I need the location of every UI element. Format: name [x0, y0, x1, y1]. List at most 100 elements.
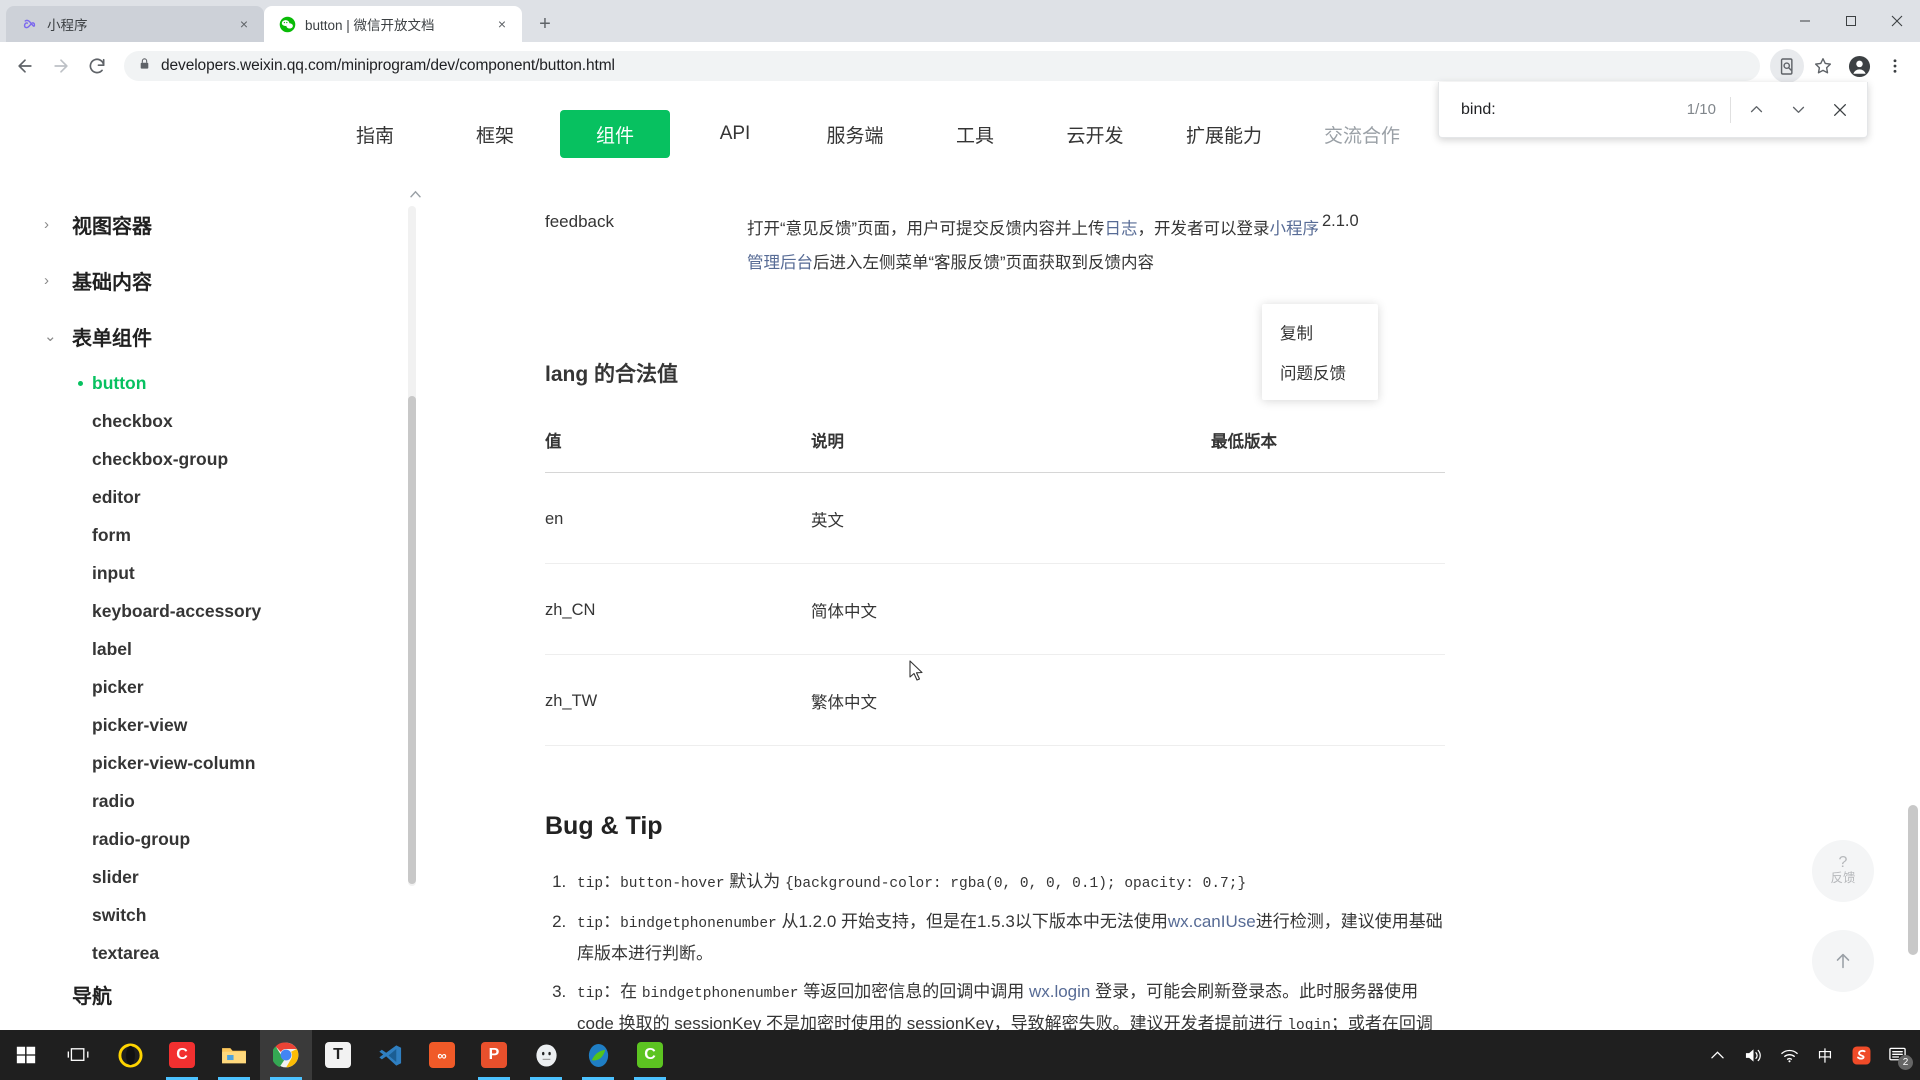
section-title-bug-and-tip: Bug & Tip	[545, 812, 663, 840]
topnav-item-cooperation[interactable]: 交流合作	[1298, 110, 1427, 158]
feedback-float-label: 反馈	[1830, 871, 1856, 885]
tip-code: {background-color: rgba(0, 0, 0, 0.1); o…	[784, 876, 1247, 892]
sidebar-item-picker-view-column[interactable]: picker-view-column	[0, 744, 420, 782]
topnav-item-server[interactable]: 服务端	[800, 110, 910, 158]
file-explorer-icon[interactable]	[208, 1030, 260, 1080]
sogou-input-icon[interactable]	[1844, 1030, 1878, 1080]
question-mark-icon: ?	[1838, 854, 1848, 871]
find-close-button[interactable]	[1819, 89, 1861, 131]
sidebar-item-textarea[interactable]: textarea	[0, 934, 420, 972]
sidebar: › 视图容器 › 基础内容 ⌄ 表单组件 button checkbox che…	[0, 178, 421, 1050]
profile-avatar-icon[interactable]	[1842, 49, 1876, 83]
cell-min-version	[1211, 472, 1445, 564]
sidebar-item-picker[interactable]: picker	[0, 668, 420, 706]
chrome-icon[interactable]	[260, 1030, 312, 1080]
window-controls	[1782, 0, 1920, 42]
ime-language-icon[interactable]: 中	[1808, 1030, 1842, 1080]
topnav-item-tools[interactable]: 工具	[920, 110, 1030, 158]
wechat-icon[interactable]: C	[624, 1030, 676, 1080]
show-hidden-icons-icon[interactable]	[1700, 1030, 1734, 1080]
tab-close-icon[interactable]: ×	[492, 14, 512, 34]
sidebar-item-form[interactable]: form	[0, 516, 420, 554]
maximize-icon[interactable]	[1828, 0, 1874, 42]
sidebar-item-editor[interactable]: editor	[0, 478, 420, 516]
tab-close-icon[interactable]: ×	[234, 14, 254, 34]
cell-value: en	[545, 472, 811, 564]
list-item: tip：button-hover 默认为 {background-color: …	[571, 867, 1445, 899]
opera-icon[interactable]	[104, 1030, 156, 1080]
sidebar-item-checkbox[interactable]: checkbox	[0, 402, 420, 440]
tip-sep: ：	[603, 982, 621, 1001]
chevron-down-icon: ⌄	[44, 327, 57, 345]
find-in-page-icon[interactable]	[1770, 49, 1804, 83]
topnav-item-framework[interactable]: 框架	[440, 110, 550, 158]
notifications-icon[interactable]: 2	[1880, 1030, 1914, 1080]
sidebar-item-keyboard-accessory[interactable]: keyboard-accessory	[0, 592, 420, 630]
sidebar-item-switch[interactable]: switch	[0, 896, 420, 934]
new-tab-button[interactable]: +	[530, 9, 560, 39]
tab-strip: 小程序 × button | 微信开放文档 × +	[0, 0, 1920, 42]
powerpoint-icon[interactable]: P	[468, 1030, 520, 1080]
wifi-icon[interactable]	[1772, 1030, 1806, 1080]
wechat-icon	[278, 15, 296, 33]
sidebar-item-label[interactable]: label	[0, 630, 420, 668]
log-link[interactable]: 日志	[1105, 220, 1138, 238]
context-menu: 复制 问题反馈	[1262, 304, 1378, 400]
sidebar-item-button[interactable]: button	[0, 364, 420, 402]
close-icon[interactable]	[1874, 0, 1920, 42]
desc-text-1: 打开“意见反馈”页面，用户可提交反馈内容并上传	[747, 220, 1105, 238]
xmind-icon[interactable]: ∞	[416, 1030, 468, 1080]
back-arrow-icon[interactable]	[8, 49, 42, 83]
wx-caniuse-link[interactable]: wx.canIUse	[1168, 912, 1256, 931]
find-input[interactable]	[1461, 100, 1687, 119]
context-menu-item-report[interactable]: 问题反馈	[1262, 352, 1378, 392]
vscode-icon[interactable]	[364, 1030, 416, 1080]
close-icon	[1834, 103, 1846, 116]
sidebar-item-radio-group[interactable]: radio-group	[0, 820, 420, 858]
wx-login-link[interactable]: wx.login	[1029, 982, 1090, 1001]
forward-arrow-icon[interactable]	[44, 49, 78, 83]
arrow-up-icon	[1836, 953, 1850, 969]
mouse-cursor	[909, 660, 923, 681]
browser-tab-button-docs[interactable]: button | 微信开放文档 ×	[264, 6, 522, 42]
topnav-item-component[interactable]: 组件	[560, 110, 670, 158]
sidebar-item-input[interactable]: input	[0, 554, 420, 592]
topnav-item-guide[interactable]: 指南	[320, 110, 430, 158]
task-view-icon[interactable]	[52, 1030, 104, 1080]
find-previous-button[interactable]	[1735, 89, 1777, 131]
topnav-item-extension[interactable]: 扩展能力	[1160, 110, 1289, 158]
three-dot-menu-icon[interactable]	[1878, 49, 1912, 83]
maps-icon[interactable]	[572, 1030, 624, 1080]
tip-prefix: tip	[577, 986, 604, 1002]
browser-tab-miniprogram[interactable]: 小程序 ×	[6, 6, 264, 42]
topnav-item-api[interactable]: API	[680, 110, 790, 158]
minimize-icon[interactable]	[1782, 0, 1828, 42]
sidebar-group-navigation-partial[interactable]: 导航	[0, 972, 420, 1016]
cell-value: zh_TW	[545, 654, 811, 746]
feedback-float-button[interactable]: ? 反馈	[1812, 840, 1874, 902]
wechat-devtools-icon[interactable]: C	[156, 1030, 208, 1080]
volume-icon[interactable]	[1736, 1030, 1770, 1080]
sidebar-group-view-container[interactable]: › 视图容器	[0, 196, 420, 252]
sidebar-item-radio[interactable]: radio	[0, 782, 420, 820]
page-scrollbar-thumb[interactable]	[1908, 805, 1918, 955]
scroll-to-top-button[interactable]	[1812, 930, 1874, 992]
reload-icon[interactable]	[80, 49, 114, 83]
star-icon[interactable]	[1806, 49, 1840, 83]
sidebar-item-picker-view[interactable]: picker-view	[0, 706, 420, 744]
sidebar-group-label: 视图容器	[72, 215, 152, 238]
address-bar[interactable]: developers.weixin.qq.com/miniprogram/dev…	[124, 51, 1760, 81]
qq-icon[interactable]	[520, 1030, 572, 1080]
context-menu-item-copy[interactable]: 复制	[1262, 312, 1378, 352]
sidebar-item-checkbox-group[interactable]: checkbox-group	[0, 440, 420, 478]
system-tray: 中 2	[1700, 1030, 1920, 1080]
sidebar-group-basic-content[interactable]: › 基础内容	[0, 252, 420, 308]
find-in-page-bar: 1/10	[1438, 82, 1868, 138]
find-next-button[interactable]	[1777, 89, 1819, 131]
windows-start-icon[interactable]	[0, 1030, 52, 1080]
topnav-item-cloud[interactable]: 云开发	[1040, 110, 1150, 158]
sidebar-item-slider[interactable]: slider	[0, 858, 420, 896]
miniprogram-icon	[20, 15, 38, 33]
typora-icon[interactable]: T	[312, 1030, 364, 1080]
sidebar-group-form-components[interactable]: ⌄ 表单组件	[0, 308, 420, 364]
